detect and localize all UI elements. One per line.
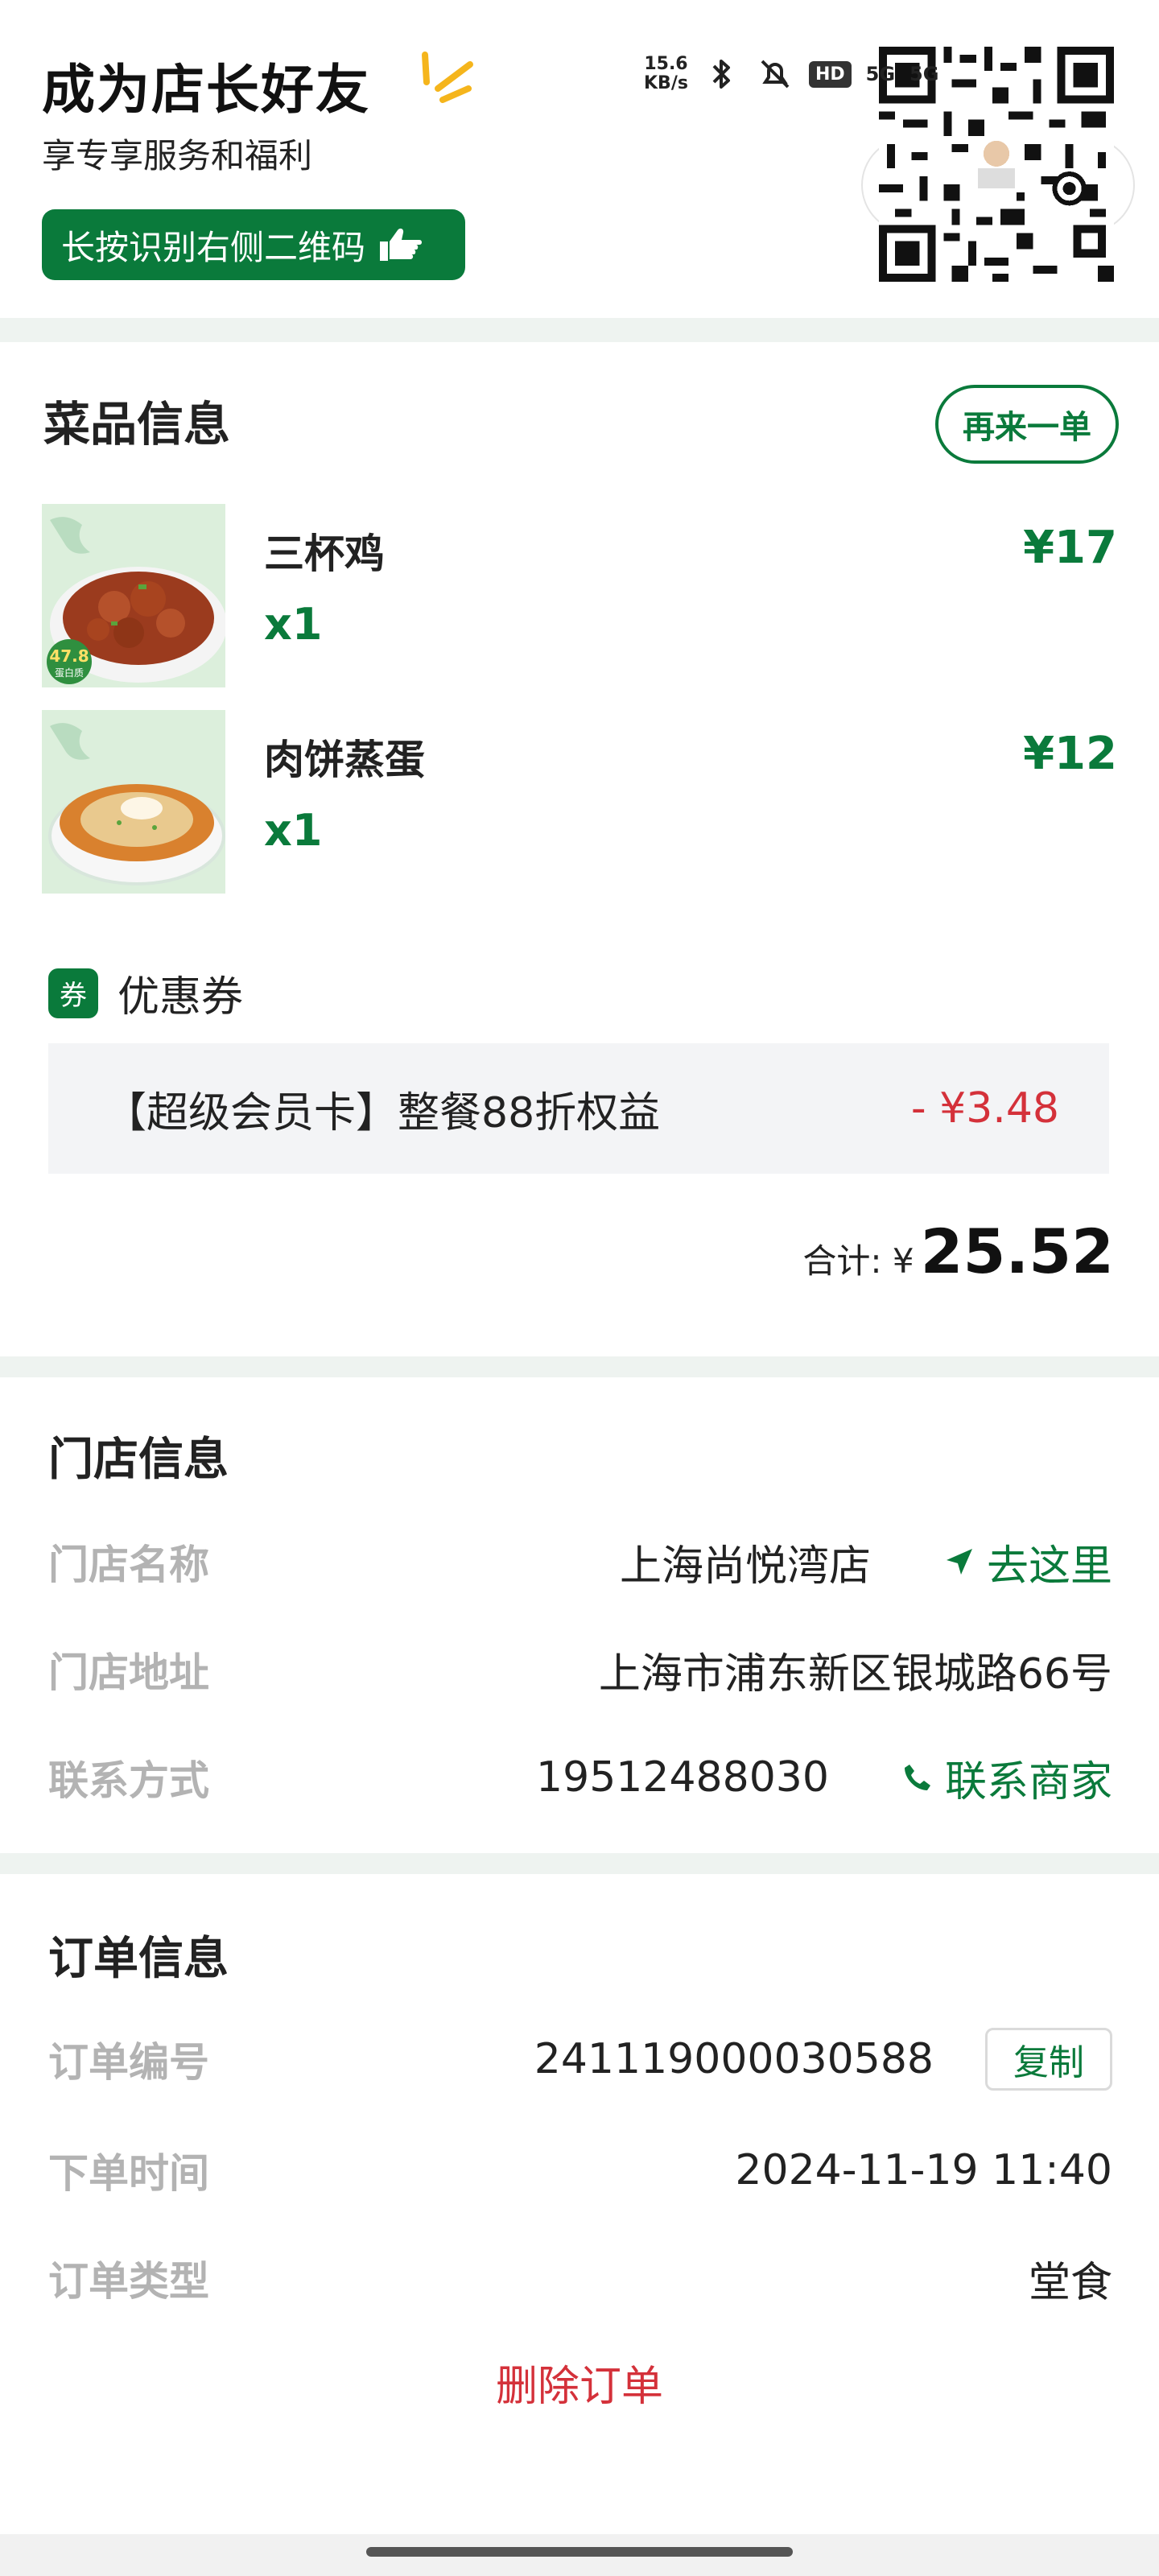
svg-text:47.8: 47.8 <box>49 646 89 666</box>
network-speed: 15.6 KB/s <box>644 55 688 93</box>
section-divider <box>0 318 1159 342</box>
section-divider <box>0 1356 1159 1377</box>
dish-row[interactable]: 47.8 蛋白质 三杯鸡 x1 ¥17 <box>42 504 1117 689</box>
order-type-label: 订单类型 <box>48 2258 209 2305</box>
network-speed-unit: KB/s <box>644 73 688 93</box>
dish-image-sanbeiji: 47.8 蛋白质 <box>42 504 225 687</box>
order-section-title: 订单信息 <box>48 1933 229 1985</box>
store-contact-row: 联系方式 19512488030 联系商家 <box>48 1745 1112 1810</box>
order-total: 合计: ¥ 25.52 <box>802 1216 1114 1287</box>
svg-text:蛋白质: 蛋白质 <box>55 667 84 679</box>
delete-order-button[interactable]: 删除订单 <box>0 2352 1159 2413</box>
network-speed-value: 15.6 <box>644 54 688 74</box>
total-label: 合计: ¥ <box>802 1241 914 1281</box>
store-name-row: 门店名称 上海尚悦湾店 去这里 <box>48 1530 1112 1594</box>
signal-5g-2: 5G <box>909 63 939 85</box>
copy-order-number-button[interactable]: 复制 <box>985 2028 1112 2091</box>
status-bar: 15.6 KB/s HD 5G 5G <box>644 50 938 98</box>
order-type-row: 订单类型 堂食 <box>48 2246 1112 2310</box>
navigate-link[interactable]: 去这里 <box>943 1532 1112 1592</box>
sparkle-icon <box>422 52 473 103</box>
phone-icon <box>904 1765 930 1790</box>
store-section-title: 门店信息 <box>48 1434 229 1486</box>
coupon-tag-icon: 券 <box>48 968 98 1018</box>
store-address-row: 门店地址 上海市浦东新区银城路66号 <box>48 1637 1112 1702</box>
home-indicator[interactable] <box>366 2547 793 2557</box>
store-name-label: 门店名称 <box>48 1542 209 1588</box>
dish-quantity: x1 <box>264 599 323 650</box>
dish-row[interactable]: 肉饼蒸蛋 x1 ¥12 <box>42 710 1117 895</box>
store-address-label: 门店地址 <box>48 1649 209 1696</box>
store-phone-value: 19512488030 <box>536 1753 829 1802</box>
order-time-row: 下单时间 2024-11-19 11:40 <box>48 2138 1112 2202</box>
pointing-hand-icon <box>380 228 423 261</box>
order-type-value: 堂食 <box>1028 2258 1112 2307</box>
dish-price: ¥17 <box>1023 522 1117 574</box>
dish-image-roubingzhengdan <box>42 710 225 894</box>
mute-bell-icon <box>756 55 794 93</box>
contact-merchant-label: 联系商家 <box>944 1757 1112 1806</box>
coupon-item: 【超级会员卡】整餐88折权益 - ¥3.48 <box>48 1043 1109 1174</box>
dishes-section-title: 菜品信息 <box>43 397 231 452</box>
reorder-button[interactable]: 再来一单 <box>935 385 1119 464</box>
scan-qr-button[interactable]: 长按识别右侧二维码 <box>42 209 465 280</box>
hd-voice-badge: HD <box>808 60 852 88</box>
order-time-label: 下单时间 <box>48 2150 209 2197</box>
promo-subtitle: 享专享服务和福利 <box>42 136 313 175</box>
contact-merchant-link[interactable]: 联系商家 <box>901 1748 1112 1808</box>
navigation-arrow-icon <box>946 1549 972 1575</box>
section-divider <box>0 1853 1159 1874</box>
store-contact-label: 联系方式 <box>48 1757 209 1804</box>
dish-name: 肉饼蒸蛋 <box>264 737 425 783</box>
promo-title: 成为店长好友 <box>42 59 370 121</box>
scan-qr-label: 长按识别右侧二维码 <box>61 227 366 267</box>
promo-banner: 成为店长好友 享专享服务和福利 长按识别右侧二维码 <box>0 0 1159 318</box>
coupon-label: 优惠券 <box>118 973 244 1022</box>
store-address-value: 上海市浦东新区银城路66号 <box>598 1649 1112 1699</box>
dish-price: ¥12 <box>1023 728 1117 780</box>
coupon-header: 券 优惠券 <box>48 963 243 1023</box>
total-value: 25.52 <box>920 1216 1114 1287</box>
store-name-value: 上海尚悦湾店 <box>619 1542 871 1591</box>
navigate-label: 去这里 <box>986 1542 1112 1591</box>
coupon-name: 【超级会员卡】整餐88折权益 <box>105 1088 661 1137</box>
dish-quantity: x1 <box>264 805 323 856</box>
order-time-value: 2024-11-19 11:40 <box>735 2146 1112 2194</box>
order-number-label: 订单编号 <box>48 2039 209 2086</box>
order-number-row: 订单编号 241119000030588 复制 <box>48 2027 1112 2091</box>
signal-5g-1: 5G <box>865 63 896 85</box>
order-number-value: 241119000030588 <box>534 2035 934 2083</box>
dish-name: 三杯鸡 <box>264 530 385 577</box>
coupon-discount: - ¥3.48 <box>910 1084 1059 1133</box>
bluetooth-icon <box>703 55 741 93</box>
